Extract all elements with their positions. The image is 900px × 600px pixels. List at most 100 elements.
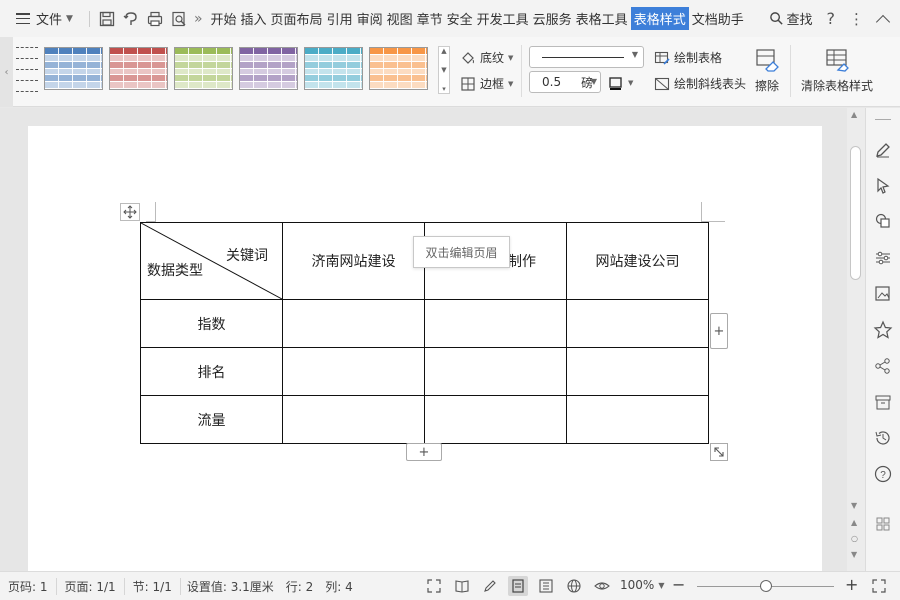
file-menu-label: 文件 <box>36 13 63 28</box>
share-icon[interactable] <box>873 356 893 376</box>
prev-page-icon[interactable]: ▲ <box>851 518 857 527</box>
shapes-icon[interactable] <box>873 211 893 231</box>
clear-table-style-button[interactable]: 清除表格样式 <box>801 47 873 94</box>
ribbon-scroll-left[interactable]: ‹ <box>0 37 13 107</box>
table-cell[interactable] <box>282 347 425 396</box>
help-circle-icon[interactable]: ? <box>873 464 893 484</box>
tab-cloud[interactable]: 云服务 <box>532 7 573 30</box>
pen-icon[interactable] <box>873 140 893 160</box>
draw-diagonal-header-label: 绘制斜线表头 <box>674 77 747 91</box>
table-style-thumb[interactable] <box>174 47 233 90</box>
read-mode-icon[interactable] <box>452 576 472 596</box>
status-setting-value[interactable]: 设置值: 3.1厘米 <box>181 578 280 595</box>
help-icon[interactable]: ? <box>827 9 836 28</box>
write-mode-icon[interactable] <box>480 576 500 596</box>
web-view-icon[interactable] <box>564 576 584 596</box>
find-button[interactable]: 查找 <box>769 9 813 28</box>
tab-start[interactable]: 开始 <box>210 7 238 30</box>
archive-icon[interactable] <box>873 392 893 412</box>
history-icon[interactable] <box>873 428 893 448</box>
table-header-cell[interactable]: 网站建设公司 <box>566 222 709 300</box>
select-cursor-icon[interactable] <box>873 176 893 196</box>
tab-doc-assistant[interactable]: 文档助手 <box>691 7 745 30</box>
vertical-scrollbar[interactable]: ▲ ▼ ▲ ○ ▼ <box>847 108 865 571</box>
more-icon[interactable]: ⋮ <box>849 10 864 28</box>
tab-references[interactable]: 引用 <box>326 7 354 30</box>
table-cell[interactable] <box>424 347 567 396</box>
more-commands[interactable]: » <box>194 11 203 27</box>
tab-section[interactable]: 章节 <box>416 7 444 30</box>
table-cell[interactable] <box>424 395 567 444</box>
tab-table-style[interactable]: 表格样式 <box>630 7 689 30</box>
tab-view[interactable]: 视图 <box>386 7 414 30</box>
image-icon[interactable] <box>873 284 893 304</box>
table-style-plain[interactable] <box>16 47 38 93</box>
border-button[interactable]: 边框 ▼ <box>460 75 513 92</box>
fullscreen-icon[interactable] <box>424 576 444 596</box>
tab-security[interactable]: 安全 <box>446 7 474 30</box>
print-preview-icon[interactable] <box>170 10 188 28</box>
page-view-icon[interactable] <box>508 576 528 596</box>
settings-sliders-icon[interactable] <box>873 248 893 268</box>
draw-diagonal-header-button[interactable]: 绘制斜线表头 <box>654 75 746 92</box>
line-weight-select[interactable]: 0.5 磅 ▼ <box>529 71 601 93</box>
table-row-label-cell[interactable]: 指数 <box>140 299 283 348</box>
print-icon[interactable] <box>146 10 164 28</box>
tab-developer[interactable]: 开发工具 <box>476 7 530 30</box>
tab-table-tools[interactable]: 表格工具 <box>575 7 629 30</box>
tab-insert[interactable]: 插入 <box>240 7 268 30</box>
table-style-thumb[interactable] <box>369 47 428 90</box>
diagonal-header-cell[interactable]: 关键词 数据类型 <box>140 222 283 300</box>
shading-label: 底纹 <box>480 51 505 65</box>
draw-table-button[interactable]: 绘制表格 <box>654 49 722 66</box>
scroll-thumb[interactable] <box>850 146 861 280</box>
collapse-ribbon-icon[interactable] <box>875 14 891 29</box>
file-menu[interactable]: 文件 ▼ <box>36 9 73 28</box>
select-browse-icon[interactable]: ○ <box>851 534 858 543</box>
table-row-label-cell[interactable]: 排名 <box>140 347 283 396</box>
line-style-select[interactable]: ▼ <box>529 46 644 68</box>
table-style-thumb[interactable] <box>239 47 298 90</box>
erase-button[interactable]: 擦除 <box>754 47 780 94</box>
table-cell[interactable] <box>424 299 567 348</box>
table-header-cell[interactable]: 济南网站建设 <box>282 222 425 300</box>
zoom-out-button[interactable]: − <box>672 575 685 594</box>
table-cell[interactable] <box>282 299 425 348</box>
shading-button[interactable]: 底纹 ▼ <box>460 49 513 66</box>
table-cell[interactable] <box>282 395 425 444</box>
zoom-dropdown[interactable]: 100% ▼ <box>620 578 664 592</box>
undo-icon[interactable] <box>122 10 140 28</box>
ribbon: ‹ ▲ ▼ ▾ 底纹 ▼ 边框 ▼ ▼ 0.5 磅 ▼ ▼ 绘制表格 绘制斜线表头 … <box>0 37 900 107</box>
table-style-thumb[interactable] <box>304 47 363 90</box>
eye-protect-icon[interactable] <box>592 576 612 596</box>
scroll-up-arrow[interactable]: ▲ <box>851 110 857 119</box>
table-resize-handle[interactable] <box>710 443 728 461</box>
menu-icon[interactable] <box>16 13 30 24</box>
apps-grid-icon[interactable] <box>873 514 893 534</box>
zoom-slider-knob[interactable] <box>760 580 772 592</box>
scroll-down-arrow[interactable]: ▼ <box>851 501 857 510</box>
zoom-in-button[interactable]: + <box>845 575 858 594</box>
table-style-thumb[interactable] <box>44 47 103 90</box>
outline-view-icon[interactable] <box>536 576 556 596</box>
table-cell[interactable] <box>566 347 709 396</box>
add-row-button[interactable]: + <box>406 443 442 461</box>
row-label-rank: 排名 <box>197 364 226 381</box>
find-label: 查找 <box>786 13 813 28</box>
table-cell[interactable] <box>566 395 709 444</box>
tab-review[interactable]: 审阅 <box>356 7 384 30</box>
save-icon[interactable] <box>98 10 116 28</box>
table-move-handle[interactable] <box>120 203 140 221</box>
star-icon[interactable] <box>873 320 893 340</box>
table-cell[interactable] <box>566 299 709 348</box>
status-column: 列: 4 <box>325 579 353 594</box>
add-column-button[interactable]: + <box>710 313 728 349</box>
tab-page-layout[interactable]: 页面布局 <box>270 7 324 30</box>
col-header-2: 制作 <box>508 254 536 270</box>
fit-page-icon[interactable] <box>872 579 886 593</box>
gallery-scroll[interactable]: ▲ ▼ ▾ <box>438 46 450 94</box>
table-style-thumb[interactable] <box>109 47 168 90</box>
next-page-icon[interactable]: ▼ <box>851 550 857 559</box>
table-row-label-cell[interactable]: 流量 <box>140 395 283 444</box>
pen-color-button[interactable]: ▼ <box>608 75 633 91</box>
